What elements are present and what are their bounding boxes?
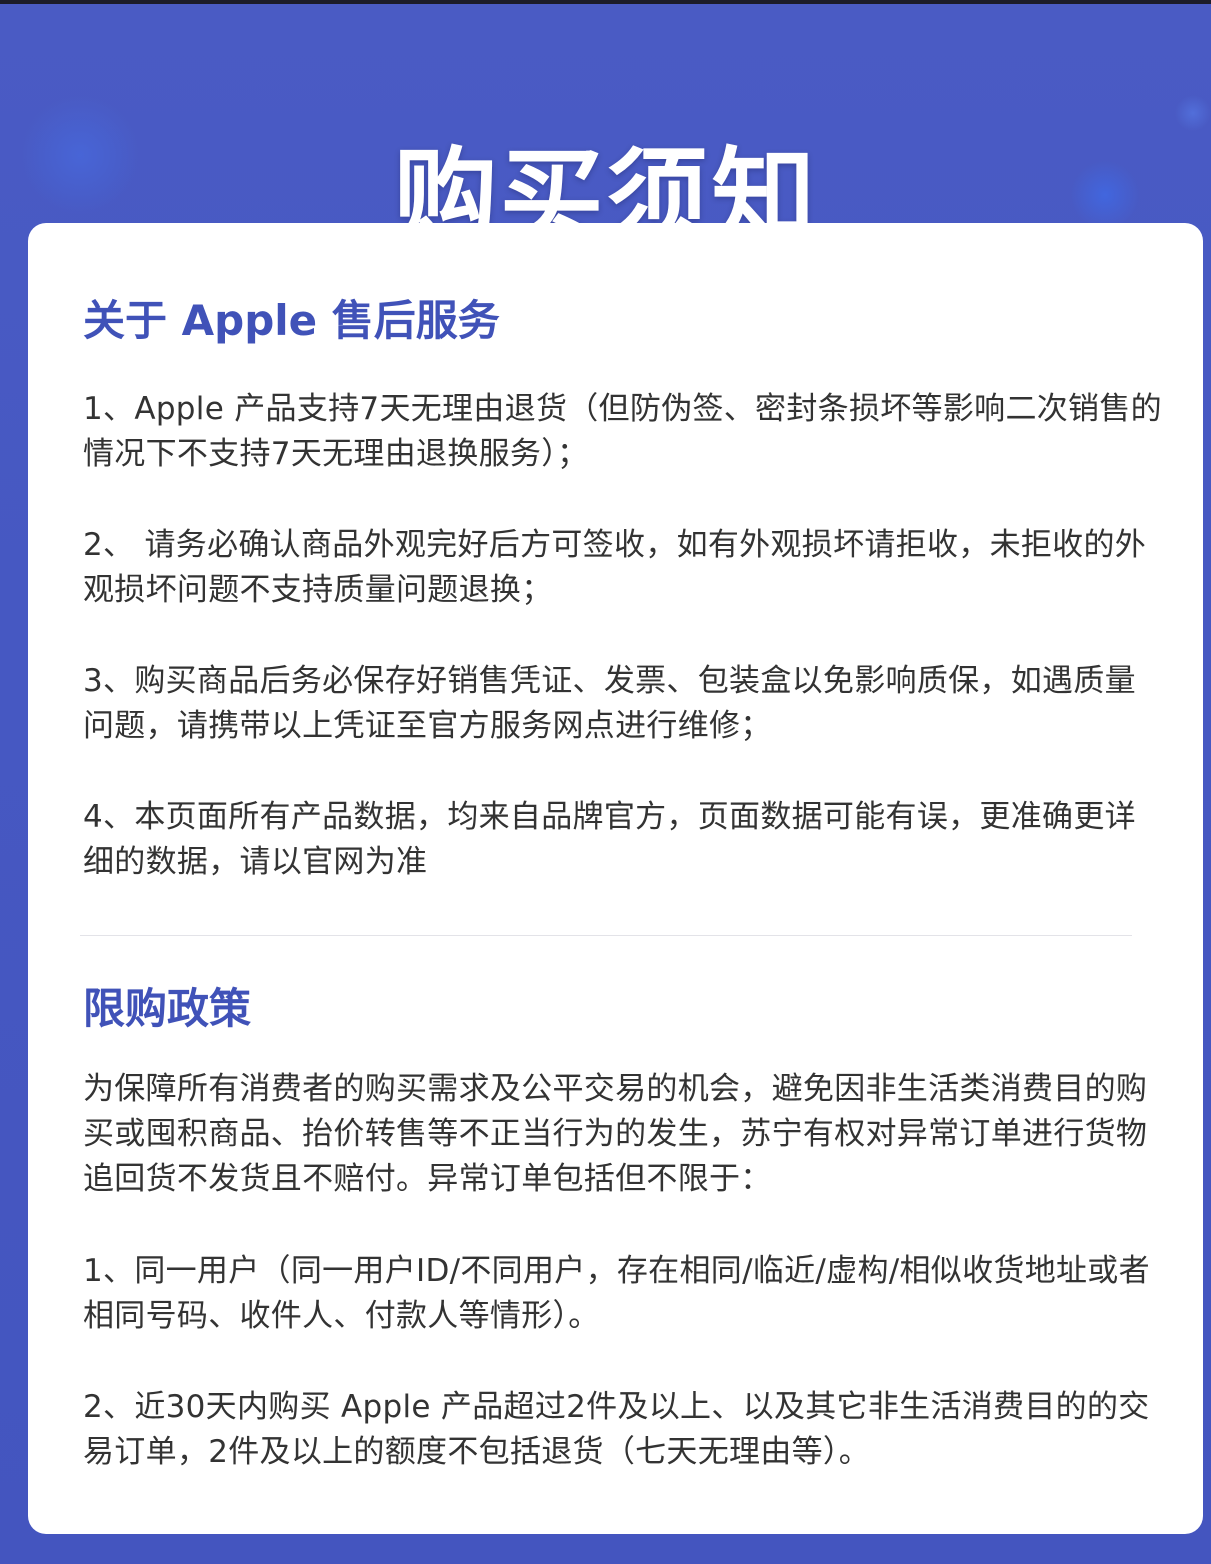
notice-card: 关于 Apple 售后服务 1、Apple 产品支持7天无理由退货（但防伪签、密… — [28, 223, 1203, 1534]
after-sales-item-3: 3、购买商品后务必保存好销售凭证、发票、包装盒以免影响质保，如遇质量问题，请携带… — [83, 663, 1136, 744]
after-sales-item-2: 2、 请务必确认商品外观完好后方可签收，如有外观损坏请拒收，未拒收的外观损坏问题… — [83, 527, 1147, 608]
top-edge — [0, 0, 1211, 4]
purchase-limit-item-2: 2、近30天内购买 Apple 产品超过2件及以上、以及其它非生活消费目的的交易… — [83, 1389, 1150, 1470]
section-title-purchase-limit: 限购政策 — [83, 984, 252, 1033]
after-sales-item-4: 4、本页面所有产品数据，均来自品牌官方，页面数据可能有误，更准确更详细的数据，请… — [83, 799, 1136, 880]
purchase-limit-item-1: 1、同一用户（同一用户ID/不同用户，存在相同/临近/虚构/相似收货地址或者相同… — [83, 1253, 1150, 1334]
section-title-after-sales: 关于 Apple 售后服务 — [83, 296, 500, 345]
section-divider — [80, 935, 1132, 936]
page: 购买须知 关于 Apple 售后服务 1、Apple 产品支持7天无理由退货（但… — [0, 0, 1211, 1564]
decorative-dot — [1175, 95, 1211, 131]
purchase-limit-intro: 为保障所有消费者的购买需求及公平交易的机会，避免因非生活类消费目的购买或囤积商品… — [83, 1071, 1148, 1197]
after-sales-item-1: 1、Apple 产品支持7天无理由退货（但防伪签、密封条损坏等影响二次销售的情况… — [83, 391, 1162, 472]
